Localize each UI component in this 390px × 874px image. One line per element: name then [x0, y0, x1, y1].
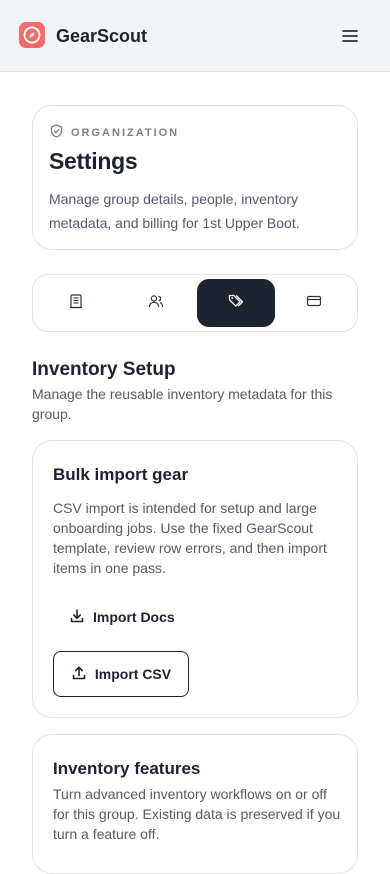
- import-docs-button[interactable]: Import Docs: [53, 599, 191, 635]
- inventory-features-description: Turn advanced inventory workflows on or …: [53, 786, 341, 842]
- import-csv-button[interactable]: Import CSV: [53, 651, 189, 697]
- tab-organization[interactable]: [37, 279, 115, 327]
- upload-icon: [71, 665, 87, 684]
- users-icon: [148, 293, 164, 314]
- import-csv-label: Import CSV: [94, 666, 172, 682]
- eyebrow: ORGANIZATION: [50, 124, 179, 141]
- eyebrow-label: ORGANIZATION: [71, 126, 180, 139]
- bulk-import-description: CSV import is intended for setup and lar…: [53, 500, 327, 576]
- page-title: Settings: [49, 148, 138, 174]
- credit-card-icon: [306, 293, 322, 314]
- section-description: Manage the reusable inventory metadata f…: [32, 386, 333, 422]
- tab-billing[interactable]: [275, 279, 353, 327]
- import-docs-label: Import Docs: [93, 609, 175, 625]
- settings-tabs: [32, 274, 358, 332]
- inventory-features-card: Inventory features Turn advanced invento…: [32, 734, 358, 874]
- tab-people[interactable]: [117, 279, 195, 327]
- tags-icon: [228, 293, 244, 314]
- compass-icon[interactable]: [19, 22, 45, 48]
- section-title: Inventory Setup: [32, 359, 176, 380]
- bulk-import-card: Bulk import gear CSV import is intended …: [32, 440, 358, 718]
- brand-name[interactable]: GearScout: [56, 24, 147, 48]
- download-icon: [69, 608, 85, 627]
- shield-check-icon: [50, 124, 63, 141]
- tab-inventory[interactable]: [197, 279, 275, 327]
- page-description: Manage group details, people, inventory …: [49, 191, 300, 231]
- building-icon: [68, 293, 84, 314]
- inventory-features-title: Inventory features: [53, 759, 201, 778]
- top-app-bar: GearScout: [0, 0, 390, 72]
- bulk-import-title: Bulk import gear: [53, 465, 189, 484]
- hamburger-menu-icon[interactable]: [338, 24, 362, 48]
- settings-header-card: ORGANIZATION Settings Manage group detai…: [32, 105, 358, 250]
